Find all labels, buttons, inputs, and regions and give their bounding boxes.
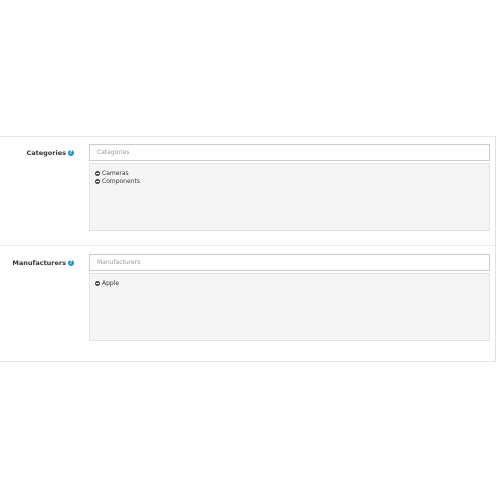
manufacturer-item: Apple bbox=[95, 279, 489, 287]
manufacturers-list: Apple bbox=[89, 273, 490, 341]
category-item-label: Components bbox=[102, 177, 140, 185]
categories-list: Cameras Components bbox=[89, 163, 490, 231]
row-divider bbox=[0, 245, 495, 246]
category-item: Components bbox=[95, 177, 489, 185]
minus-circle-icon[interactable] bbox=[95, 170, 100, 176]
question-circle-icon[interactable]: ? bbox=[68, 260, 74, 266]
manufacturers-label-text: Manufacturers bbox=[12, 259, 66, 267]
manufacturer-item-label: Apple bbox=[102, 279, 120, 287]
categories-label-text: Categories bbox=[26, 149, 66, 157]
category-item: Cameras bbox=[95, 169, 489, 177]
manufacturers-label: Manufacturers ? bbox=[12, 259, 74, 267]
minus-circle-icon[interactable] bbox=[95, 280, 100, 286]
categories-input[interactable] bbox=[89, 144, 490, 161]
question-circle-icon[interactable]: ? bbox=[68, 150, 74, 156]
links-panel: Categories ? Cameras Components Manufact… bbox=[0, 136, 496, 362]
minus-circle-icon[interactable] bbox=[95, 178, 100, 184]
manufacturers-input[interactable] bbox=[89, 254, 490, 271]
categories-label: Categories ? bbox=[26, 149, 74, 157]
category-item-label: Cameras bbox=[102, 169, 129, 177]
